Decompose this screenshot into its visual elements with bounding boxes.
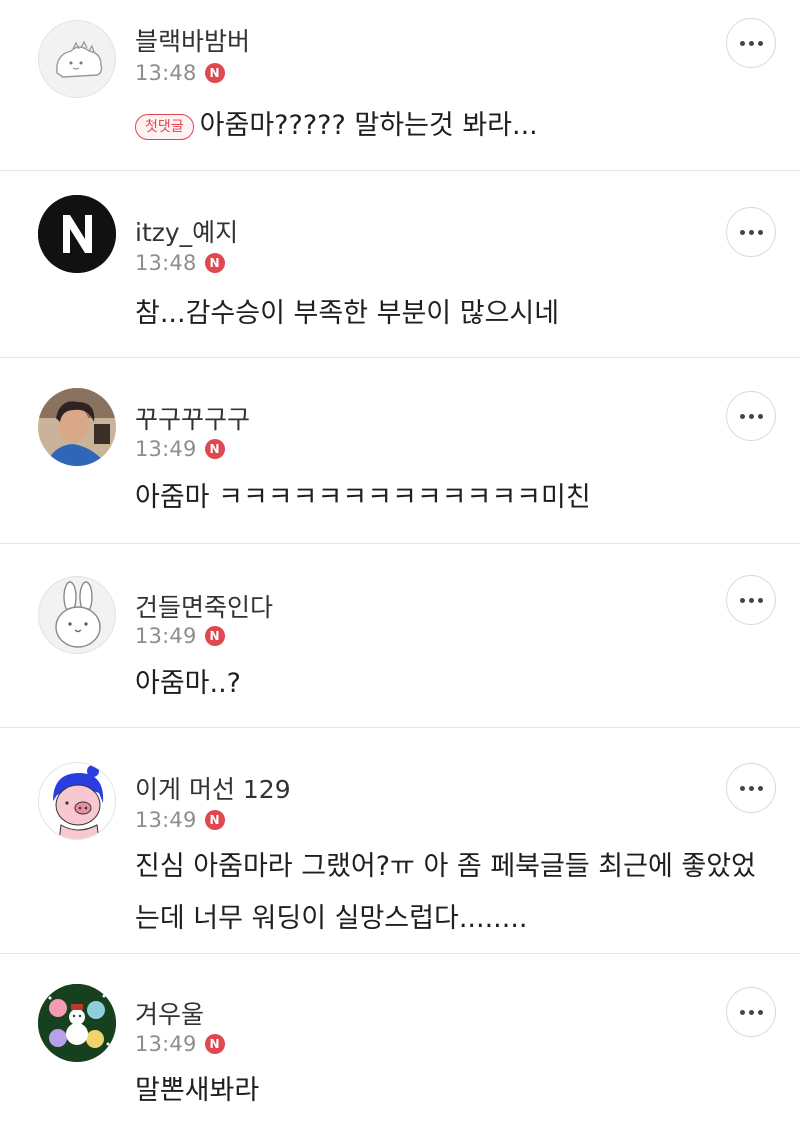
comment-text: 참...감수승이 부족한 부분이 많으시네 (135, 298, 560, 329)
dot-icon (757, 1009, 763, 1015)
comment-item: itzy_예지 13:48 N 참...감수승이 부족한 부분이 많으시네 (0, 171, 800, 358)
comment-text: 아줌마 ㅋㅋㅋㅋㅋㅋㅋㅋㅋㅋㅋㅋㅋ미친 (135, 482, 591, 513)
new-badge: N (204, 63, 225, 83)
new-badge: N (204, 626, 225, 646)
dot-icon (748, 40, 754, 46)
dot-icon (748, 1009, 754, 1015)
comment-item: 꾸구꾸구구 13:49 N 아줌마 ㅋㅋㅋㅋㅋㅋㅋㅋㅋㅋㅋㅋㅋ미친 (0, 358, 800, 544)
comment-time: 13:48 (135, 61, 197, 85)
dot-icon (757, 229, 763, 235)
avatar[interactable] (38, 388, 116, 466)
dot-icon (739, 413, 745, 419)
dot-icon (739, 1009, 745, 1015)
comment-item: 블랙바밤버 13:48 N 첫댓글 아줌마????? 말하는것 봐라... (0, 0, 800, 171)
comment-author[interactable]: 겨우울 (135, 995, 204, 1031)
comment-meta: 13:49 N (135, 437, 225, 461)
letter-n-icon (38, 195, 116, 273)
comment-text-row: 첫댓글 아줌마????? 말하는것 봐라... (135, 103, 760, 149)
avatar[interactable] (38, 576, 116, 654)
comment-meta: 13:48 N (135, 61, 225, 85)
more-options-button[interactable] (726, 18, 776, 68)
avatar[interactable] (38, 195, 116, 273)
new-badge: N (204, 439, 225, 459)
comment-time: 13:49 (135, 1032, 197, 1056)
comment-text: 아줌마????? 말하는것 봐라... (199, 110, 538, 141)
comment-time: 13:49 (135, 437, 197, 461)
comment-author[interactable]: itzy_예지 (135, 213, 238, 249)
comment-meta: 13:48 N (135, 251, 225, 275)
more-options-button[interactable] (726, 207, 776, 257)
dot-icon (748, 597, 754, 603)
comment-author[interactable]: 꾸구꾸구구 (135, 400, 250, 436)
comment-meta: 13:49 N (135, 808, 225, 832)
more-options-button[interactable] (726, 391, 776, 441)
dot-icon (739, 229, 745, 235)
dot-icon (748, 785, 754, 791)
dot-icon (748, 413, 754, 419)
more-options-button[interactable] (726, 987, 776, 1037)
dot-icon (757, 40, 763, 46)
comment-author[interactable]: 건들면죽인다 (135, 588, 273, 624)
comment-item: 겨우울 13:49 N 말뽄새봐라 (0, 954, 800, 1140)
new-badge: N (204, 253, 225, 273)
comment-text: 말뽄새봐라 (135, 1075, 260, 1106)
comment-meta: 13:49 N (135, 1032, 225, 1056)
dot-icon (739, 785, 745, 791)
avatar[interactable] (38, 762, 116, 840)
comment-author[interactable]: 블랙바밤버 (135, 22, 250, 58)
dot-icon (757, 785, 763, 791)
comment-item: 건들면죽인다 13:49 N 아줌마..? (0, 544, 800, 728)
avatar[interactable] (38, 984, 116, 1062)
comment-time: 13:49 (135, 624, 197, 648)
new-badge: N (204, 810, 225, 830)
comment-time: 13:48 (135, 251, 197, 275)
dot-icon (757, 413, 763, 419)
comment-text: 진심 아줌마라 그랬어?ㅠ 아 좀 페북글들 최근에 좋았었는데 너무 워딩이 … (135, 851, 756, 934)
person-photo-icon (38, 388, 116, 466)
comment-text: 아줌마..? (135, 668, 242, 699)
comment-item: 이게 머선 129 13:49 N 진심 아줌마라 그랬어?ㅠ 아 좀 페북글들… (0, 728, 800, 954)
dot-icon (739, 597, 745, 603)
comment-meta: 13:49 N (135, 624, 225, 648)
cartoon-character-icon (53, 765, 104, 839)
dinosaur-icon (56, 40, 103, 78)
bunny-icon (55, 581, 101, 648)
dot-icon (739, 40, 745, 46)
winter-characters-icon (38, 984, 116, 1062)
first-comment-badge: 첫댓글 (135, 114, 194, 140)
more-options-button[interactable] (726, 763, 776, 813)
more-options-button[interactable] (726, 575, 776, 625)
dot-icon (757, 597, 763, 603)
dot-icon (748, 229, 754, 235)
comment-time: 13:49 (135, 808, 197, 832)
new-badge: N (204, 1034, 225, 1054)
avatar[interactable] (38, 20, 116, 98)
comment-author[interactable]: 이게 머선 129 (135, 770, 291, 806)
